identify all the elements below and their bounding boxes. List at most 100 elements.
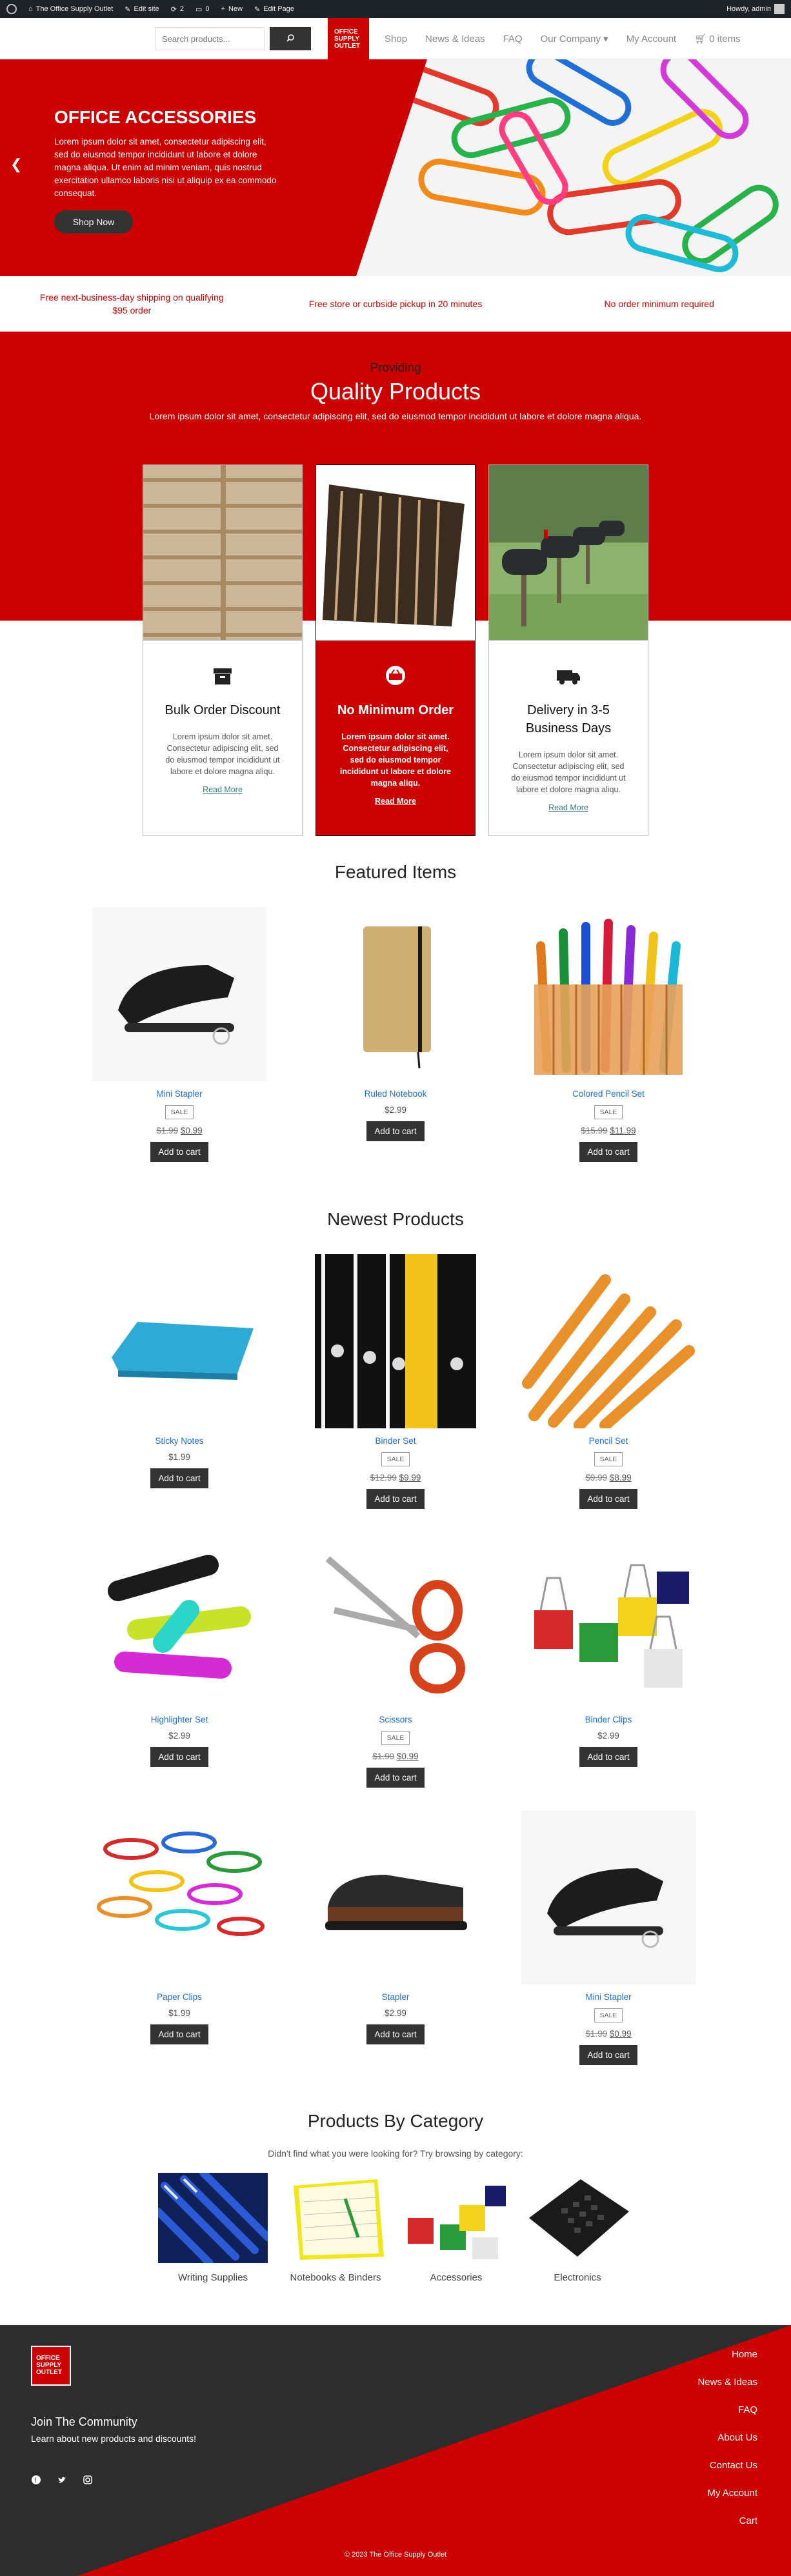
sale-badge: SALE — [381, 1452, 410, 1466]
search-input[interactable] — [155, 27, 265, 50]
facebook-icon[interactable]: f — [31, 2475, 41, 2485]
add-to-cart-button[interactable]: Add to cart — [579, 1747, 637, 1767]
plus-icon: + — [221, 5, 225, 13]
product-price: $2.99 — [597, 1731, 619, 1741]
feature-card-bulk: Bulk Order Discount Lorem ipsum dolor si… — [143, 464, 303, 836]
product-card: Binder Set SALE $12.99 $9.99 Add to cart — [308, 1254, 483, 1509]
read-more-link[interactable]: Read More — [143, 785, 302, 794]
feature-card-no-minimum: No Minimum Order Lorem ipsum dolor sit a… — [315, 464, 476, 836]
card-text: Lorem ipsum dolor sit amet. Consectetur … — [165, 732, 280, 776]
colored-pencil-set-image[interactable] — [521, 907, 696, 1081]
read-more-link[interactable]: Read More — [489, 803, 648, 812]
footer-nav-home[interactable]: Home — [697, 2348, 757, 2361]
product-price: $1.99 — [168, 2008, 190, 2018]
product-card: Binder Clips $2.99 Add to cart — [521, 1533, 696, 1767]
footer-nav-cart[interactable]: Cart — [697, 2515, 757, 2527]
footer-learn-text: Learn about new products and discounts! — [31, 2433, 197, 2444]
paper-clips-image[interactable] — [92, 1810, 266, 1984]
product-price: $12.99 $9.99 — [370, 1473, 421, 1483]
search-button[interactable] — [270, 27, 311, 50]
category-writing-supplies[interactable]: Writing Supplies — [158, 2173, 268, 2283]
footer-nav-faq[interactable]: FAQ — [697, 2404, 757, 2416]
add-to-cart-button[interactable]: Add to cart — [579, 2045, 637, 2065]
product-price: $2.99 — [385, 1105, 406, 1115]
ruled-notebook-image[interactable] — [308, 907, 483, 1081]
product-name[interactable]: Sticky Notes — [92, 1436, 266, 1446]
benefit-shipping: Free next-business-day shipping on quali… — [39, 292, 224, 315]
category-accessories[interactable]: Accessories — [401, 2173, 511, 2283]
providing-title: Quality Products — [310, 378, 481, 404]
edit-page-link[interactable]: ✎ Edit Page — [254, 5, 294, 14]
nav-our-company[interactable]: Our Company ▾ — [541, 33, 608, 45]
product-name[interactable]: Scissors — [308, 1715, 483, 1724]
shop-now-button[interactable]: Shop Now — [54, 210, 133, 234]
footer-nav-contact-us[interactable]: Contact Us — [697, 2459, 757, 2471]
read-more-link[interactable]: Read More — [316, 797, 475, 806]
instagram-icon[interactable] — [83, 2475, 93, 2485]
cart-link[interactable]: 🛒︎ 0 items — [694, 33, 740, 45]
updates-link[interactable]: ⟳ 2 — [171, 5, 184, 14]
add-to-cart-button[interactable]: Add to cart — [150, 1142, 208, 1162]
product-name[interactable]: Mini Stapler — [521, 1992, 696, 2002]
sticky-notes-image[interactable] — [92, 1254, 266, 1428]
product-name[interactable]: Binder Set — [308, 1436, 483, 1446]
binder-set-image[interactable] — [308, 1254, 483, 1428]
chevron-left-icon[interactable]: ❮ — [10, 156, 22, 173]
product-name[interactable]: Ruled Notebook — [308, 1089, 483, 1099]
add-to-cart-button[interactable]: Add to cart — [150, 1468, 208, 1488]
highlighter-set-image[interactable] — [92, 1533, 266, 1707]
add-to-cart-button[interactable]: Add to cart — [150, 2024, 208, 2044]
social-links: f — [31, 2475, 93, 2485]
nav-faq[interactable]: FAQ — [503, 34, 523, 45]
edit-site-link[interactable]: ✎ Edit site — [125, 5, 159, 14]
scissors-image[interactable] — [308, 1533, 483, 1707]
pencil-set-image[interactable] — [521, 1254, 696, 1428]
add-to-cart-button[interactable]: Add to cart — [366, 2024, 425, 2044]
chevron-down-icon: ▾ — [603, 34, 608, 45]
nav-news-ideas[interactable]: News & Ideas — [425, 34, 485, 45]
product-price: $1.99 — [168, 1452, 190, 1462]
stapler-image[interactable] — [308, 1810, 483, 1984]
mini-stapler-image[interactable] — [521, 1810, 696, 1984]
writing-supplies-image — [158, 2173, 268, 2263]
binder-clips-image[interactable] — [521, 1533, 696, 1707]
footer-logo[interactable]: OFFICE SUPPLY OUTLET — [31, 2346, 71, 2386]
category-notebooks-binders[interactable]: Notebooks & Binders — [281, 2173, 390, 2283]
product-name[interactable]: Highlighter Set — [92, 1715, 266, 1724]
product-name[interactable]: Pencil Set — [521, 1436, 696, 1446]
account-menu[interactable]: Howdy, admin — [726, 4, 785, 14]
product-name[interactable]: Binder Clips — [521, 1715, 696, 1724]
product-name[interactable]: Colored Pencil Set — [521, 1089, 696, 1099]
add-to-cart-button[interactable]: Add to cart — [366, 1768, 425, 1788]
newest-title: Newest Products — [327, 1209, 464, 1229]
file-folders-image — [316, 465, 475, 641]
comments-link[interactable]: ▭ 0 — [195, 5, 210, 14]
product-card: Highlighter Set $2.99 Add to cart — [92, 1533, 266, 1767]
product-card: Stapler $2.99 Add to cart — [308, 1810, 483, 2044]
add-to-cart-button[interactable]: Add to cart — [579, 1489, 637, 1509]
nav-shop[interactable]: Shop — [385, 34, 407, 45]
add-to-cart-button[interactable]: Add to cart — [366, 1489, 425, 1509]
wordpress-menu[interactable] — [6, 4, 17, 14]
sale-badge: SALE — [594, 2008, 623, 2022]
product-name[interactable]: Paper Clips — [92, 1992, 266, 2002]
nav-my-account[interactable]: My Account — [626, 34, 677, 45]
comment-icon: ▭ — [195, 5, 203, 14]
footer-nav-my-account[interactable]: My Account — [697, 2487, 757, 2499]
site-logo[interactable]: OFFICE SUPPLY OUTLET — [328, 18, 369, 59]
add-to-cart-button[interactable]: Add to cart — [150, 1747, 208, 1767]
mini-stapler-image[interactable] — [92, 907, 266, 1081]
mailboxes-image — [489, 465, 648, 641]
site-name-link[interactable]: ⌂ The Office Supply Outlet — [28, 5, 113, 13]
footer-nav-news-ideas[interactable]: News & Ideas — [697, 2376, 757, 2388]
category-electronics[interactable]: Electronics — [523, 2173, 632, 2283]
twitter-icon[interactable] — [57, 2475, 67, 2485]
admin-bar: ⌂ The Office Supply Outlet ✎ Edit site ⟳ 2 … — [0, 0, 791, 18]
product-name[interactable]: Stapler — [308, 1992, 483, 2002]
footer-nav-about-us[interactable]: About Us — [697, 2431, 757, 2444]
search-icon — [286, 34, 295, 45]
add-to-cart-button[interactable]: Add to cart — [366, 1121, 425, 1141]
product-name[interactable]: Mini Stapler — [92, 1089, 266, 1099]
add-to-cart-button[interactable]: Add to cart — [579, 1142, 637, 1162]
new-content-link[interactable]: + New — [221, 5, 243, 13]
